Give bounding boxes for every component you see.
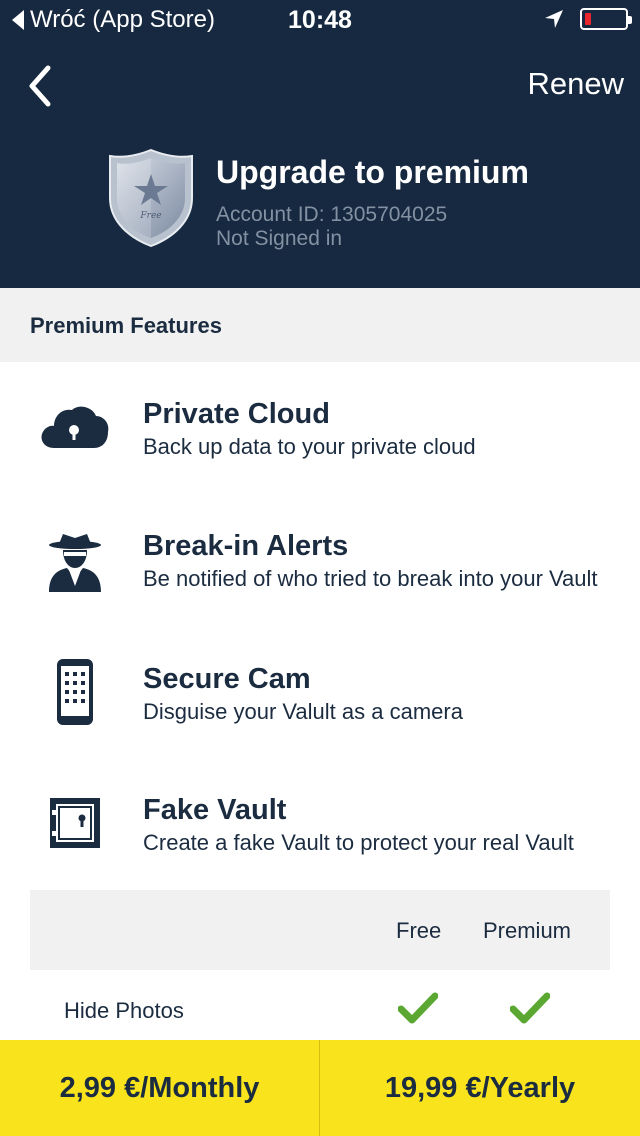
column-free: Free <box>396 918 442 943</box>
phone-keypad-icon <box>40 657 110 727</box>
cloud-lock-icon <box>40 392 110 462</box>
status-bar: Wróć (App Store) 10:48 <box>0 0 640 40</box>
feature-fake-vault: Fake Vault Create a fake Vault to protec… <box>0 776 640 876</box>
feature-description: Create a fake Vault to protect your real… <box>143 830 574 855</box>
row-label: Hide Photos <box>64 998 184 1023</box>
feature-description: Disguise your Valult as a camera <box>143 699 463 724</box>
feature-description: Back up data to your private cloud <box>143 434 476 459</box>
column-premium: Premium <box>483 918 572 943</box>
safe-icon <box>40 788 110 858</box>
feature-secure-cam: Secure Cam Disguise your Valult as a cam… <box>0 645 640 745</box>
account-id: Account ID: 1305704025 <box>216 203 448 226</box>
comparison-header: Free Premium <box>30 890 610 970</box>
feature-break-in-alerts: Break-in Alerts Be notified of who tried… <box>0 512 640 612</box>
check-icon <box>510 992 550 1024</box>
feature-title: Private Cloud <box>143 398 330 430</box>
feature-description: Be notified of who tried to break into y… <box>143 566 598 591</box>
feature-title: Fake Vault <box>143 794 287 826</box>
account-info: Account ID: 1305704025 Not Signed in <box>216 203 447 251</box>
monthly-purchase-button[interactable]: 2,99 €/Monthly <box>0 1040 320 1136</box>
section-header: Premium Features <box>0 288 640 362</box>
yearly-purchase-button[interactable]: 19,99 €/Yearly <box>320 1040 640 1136</box>
back-chevron-icon[interactable] <box>22 62 58 110</box>
battery-level <box>585 13 591 25</box>
table-row: Hide Photos <box>30 978 610 1040</box>
feature-private-cloud: Private Cloud Back up data to your priva… <box>0 380 640 480</box>
spy-icon <box>40 526 110 596</box>
status-indicators <box>544 8 632 30</box>
location-arrow-icon <box>545 10 563 28</box>
page-title: Upgrade to premium <box>216 154 529 190</box>
section-label: Premium Features <box>30 313 222 338</box>
header: Wróć (App Store) 10:48 Renew Free Upgrad… <box>0 0 640 288</box>
shield-badge-text: Free <box>139 211 161 221</box>
shield-icon: Free <box>109 148 193 248</box>
sign-status: Not Signed in <box>216 227 343 250</box>
renew-button[interactable]: Renew <box>528 66 625 102</box>
battery-icon <box>580 8 632 30</box>
feature-title: Break-in Alerts <box>143 530 349 562</box>
feature-title: Secure Cam <box>143 663 311 695</box>
purchase-bar: 2,99 €/Monthly 19,99 €/Yearly <box>0 1040 640 1136</box>
check-icon <box>398 992 438 1024</box>
